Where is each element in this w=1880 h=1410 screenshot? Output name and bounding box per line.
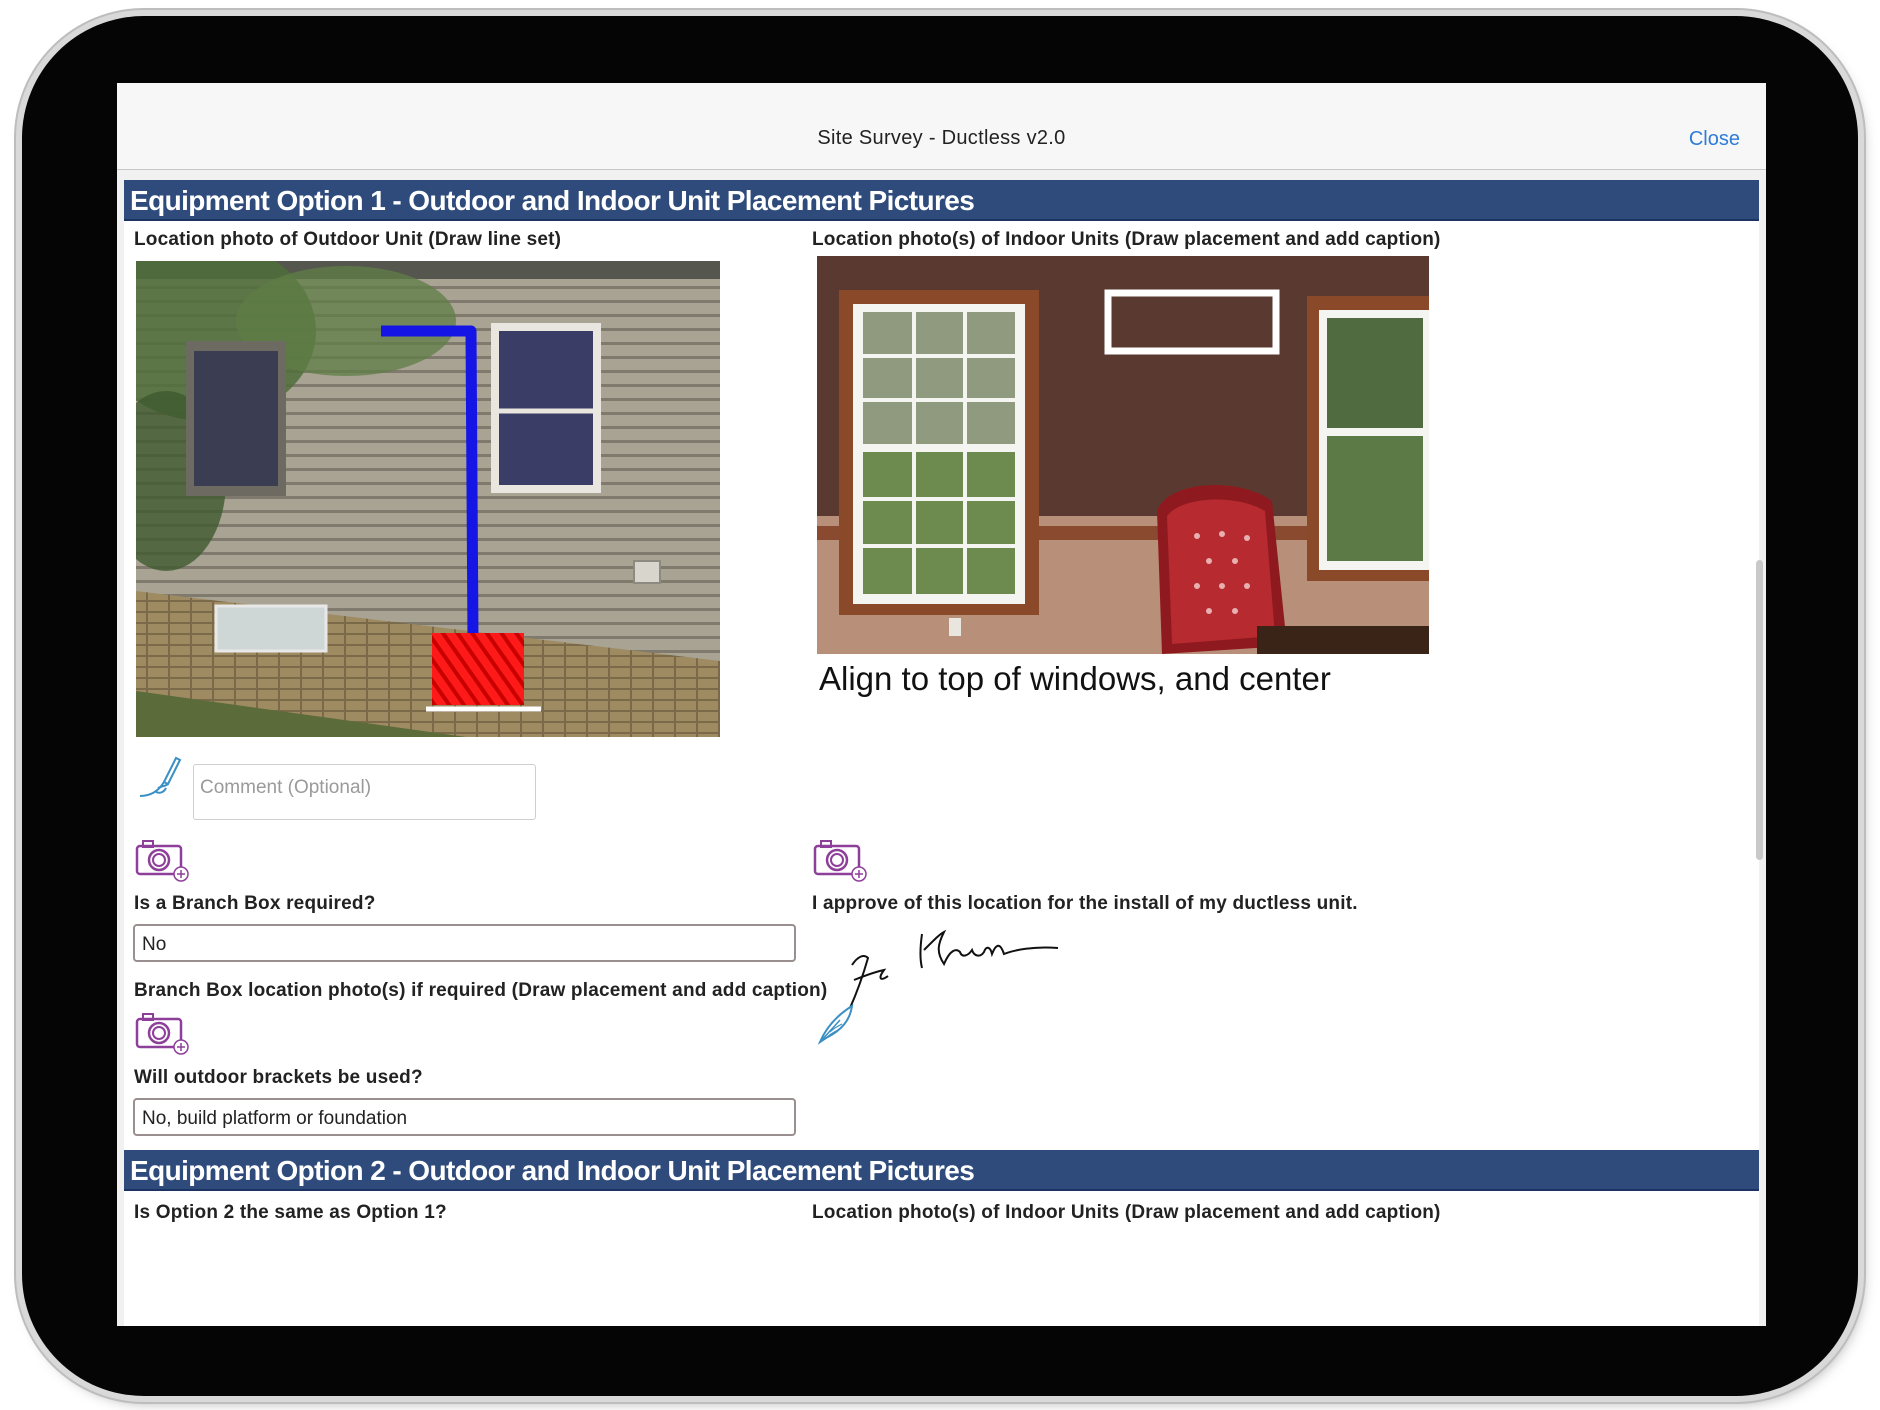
form-area: Equipment Option 1 - Outdoor and Indoor …: [124, 180, 1759, 1326]
draw-pen-brush-icon[interactable]: [134, 752, 184, 807]
branch-box-select[interactable]: No: [133, 924, 796, 962]
customer-signature[interactable]: [844, 920, 1064, 1015]
section-header-option-2: Equipment Option 2 - Outdoor and Indoor …: [124, 1150, 1759, 1191]
section-title: Equipment Option 1 - Outdoor and Indoor …: [130, 185, 975, 216]
branch-box-photo-label: Branch Box location photo(s) if required…: [134, 980, 828, 1001]
app-screen: Site Survey - Ductless v2.0 Close Equipm…: [117, 83, 1766, 1326]
option2-same-label: Is Option 2 the same as Option 1?: [134, 1202, 447, 1223]
outdoor-unit-photo[interactable]: [136, 261, 720, 737]
form-scroll-view[interactable]: Equipment Option 1 - Outdoor and Indoor …: [117, 170, 1766, 1326]
indoor-unit-photo[interactable]: [817, 256, 1429, 654]
outdoor-brackets-label: Will outdoor brackets be used?: [134, 1067, 423, 1088]
close-button[interactable]: Close: [1689, 128, 1740, 151]
page-title: Site Survey - Ductless v2.0: [817, 127, 1066, 149]
section-header-option-1: Equipment Option 1 - Outdoor and Indoor …: [124, 180, 1759, 221]
navigation-bar: Site Survey - Ductless v2.0 Close: [117, 83, 1766, 170]
approval-label: I approve of this location for the insta…: [812, 893, 1358, 914]
indoor-photo-caption[interactable]: Align to top of windows, and center: [819, 660, 1331, 698]
camera-add-icon[interactable]: [813, 836, 869, 889]
branch-box-label: Is a Branch Box required?: [134, 893, 376, 914]
indoor-photo-label: Location photo(s) of Indoor Units (Draw …: [812, 229, 1441, 250]
comment-input[interactable]: Comment (Optional): [193, 764, 536, 820]
section-title: Equipment Option 2 - Outdoor and Indoor …: [130, 1155, 975, 1186]
outdoor-photo-label: Location photo of Outdoor Unit (Draw lin…: [134, 229, 562, 250]
camera-add-icon[interactable]: [135, 836, 191, 889]
camera-add-icon[interactable]: [135, 1009, 191, 1062]
quill-pen-icon[interactable]: [812, 1000, 860, 1053]
vertical-scrollbar[interactable]: [1756, 560, 1763, 860]
outdoor-brackets-select[interactable]: No, build platform or foundation: [133, 1098, 796, 1136]
option2-indoor-photo-label: Location photo(s) of Indoor Units (Draw …: [812, 1202, 1441, 1223]
